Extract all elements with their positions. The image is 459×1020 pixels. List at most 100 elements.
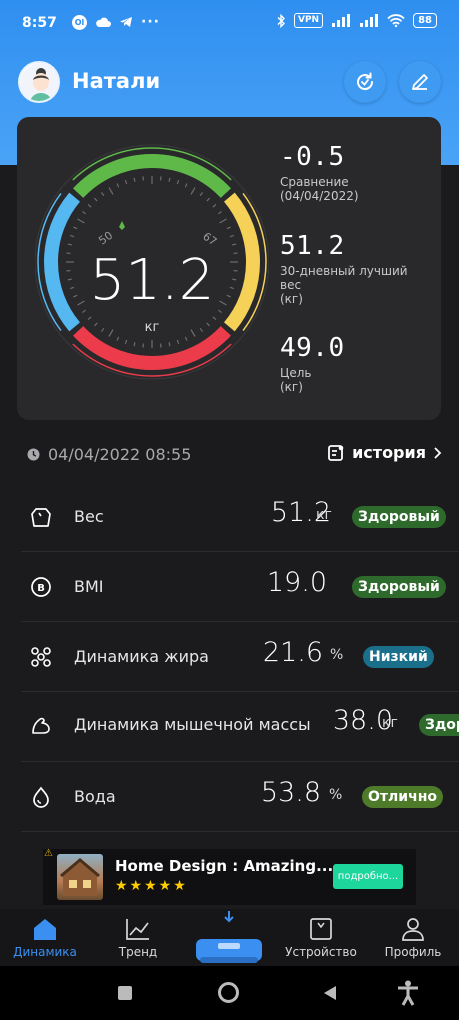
home-icon <box>34 919 56 940</box>
refresh-icon <box>357 72 374 91</box>
metric-name: Вода <box>74 787 116 806</box>
scale-icon <box>31 508 51 527</box>
accessibility-icon[interactable] <box>397 980 419 1006</box>
gauge-tick <box>168 342 171 347</box>
gauge-tick <box>229 286 234 290</box>
nav-label: Динамика <box>13 945 77 959</box>
gauge-tick <box>73 294 78 298</box>
ad-warning-icon: ⚠ <box>44 848 53 859</box>
stat-best-label-2: вес <box>280 278 302 292</box>
gauge-tick <box>219 218 227 224</box>
gauge-tick <box>217 210 222 215</box>
gauge-tick <box>133 342 136 347</box>
metric-row-fat[interactable]: Динамика жира 21.6 % Низкий <box>21 622 459 692</box>
status-time: 8:57 <box>22 15 57 31</box>
status-left-icons: Ol ··· <box>72 14 160 30</box>
user-name: Натали <box>72 69 161 93</box>
stat-best: 51.2 30-дневный лучший вес (кг) <box>280 231 408 306</box>
status-badge: Здоровый <box>352 506 446 528</box>
nav-label: Тренд <box>118 945 158 959</box>
profile-icon <box>402 918 424 941</box>
metric-row-bmi[interactable]: B BMI 19.0 Здоровый <box>21 552 459 622</box>
weight-gauge: 50 67 51.2 кг <box>35 144 269 380</box>
status-badge: Низкий <box>363 646 434 668</box>
nav-trend[interactable]: Тренд <box>93 909 183 966</box>
gauge-tick <box>82 309 87 314</box>
gauge-tick <box>176 180 180 185</box>
history-button[interactable]: история <box>327 443 442 462</box>
chevron-right-icon <box>434 446 442 459</box>
recents-button[interactable] <box>118 986 132 1000</box>
status-badge: Здоровый <box>352 576 446 598</box>
wifi-icon <box>387 14 405 27</box>
metric-value: 53.8 <box>260 777 321 808</box>
gauge-tick <box>77 300 85 306</box>
gauge-tick <box>232 278 237 281</box>
metric-row-water[interactable]: Вода 53.8 % Отлично <box>21 762 459 832</box>
more-icon: ··· <box>141 14 160 30</box>
metric-row-muscle[interactable]: Динамика мышечной массы 38.0 кг Здоровый <box>21 690 459 762</box>
stat-goal: 49.0 Цель (кг) <box>280 333 345 394</box>
gauge-tick <box>100 327 105 332</box>
pencil-icon <box>412 74 428 90</box>
metric-name: BMI <box>74 577 104 596</box>
stat-goal-label: Цель <box>280 366 312 380</box>
metric-row-weight[interactable]: Вес 51.2 кг Здоровый <box>21 482 459 552</box>
stat-best-unit: (кг) <box>280 292 303 306</box>
gauge-tick <box>206 322 210 327</box>
gauge-tick <box>176 339 180 344</box>
gauge-tick <box>82 210 87 215</box>
stat-best-label: 30-дневный лучший <box>280 264 408 278</box>
nav-device[interactable]: Устройство <box>276 909 366 966</box>
status-badge: Здоровый <box>419 714 459 736</box>
gauge-tick <box>168 177 171 182</box>
trend-chart-icon <box>126 919 149 940</box>
metric-value: 21.6 <box>262 637 323 668</box>
ad-title: Home Design : Amazing... <box>115 857 334 875</box>
gauge-tick <box>199 192 204 197</box>
gauge-tick <box>212 316 217 320</box>
signal-icon-2 <box>360 14 379 27</box>
stat-goal-value: 49.0 <box>280 333 345 363</box>
nav-profile[interactable]: Профиль <box>368 909 458 966</box>
gauge-tick <box>77 218 85 224</box>
ad-banner[interactable]: Home Design : Amazing... ★★★★★ подробно.… <box>43 849 416 905</box>
datetime-text: 04/04/2022 08:55 <box>48 445 192 464</box>
gauge-tick <box>124 180 128 185</box>
history-icon <box>328 444 344 461</box>
back-button[interactable] <box>323 985 337 1001</box>
clock-icon <box>27 448 40 461</box>
fat-icon <box>31 647 51 667</box>
download-arrow-icon <box>224 911 234 923</box>
gauge-tick <box>226 226 231 230</box>
gauge-tick <box>87 316 92 320</box>
edit-button[interactable] <box>399 61 441 103</box>
sync-button[interactable] <box>344 61 386 103</box>
gauge-tick <box>70 286 75 290</box>
ad-cta-button[interactable]: подробно... <box>333 864 403 889</box>
stat-comparison-value: -0.5 <box>280 142 345 172</box>
gauge-tick <box>190 329 196 337</box>
nav-label: Устройство <box>285 945 357 959</box>
gauge-tick <box>116 336 120 341</box>
cloud-icon <box>96 17 111 27</box>
gauge-tick <box>219 300 227 306</box>
nav-weigh[interactable] <box>184 909 274 966</box>
stat-comparison-date: (04/04/2022) <box>280 189 359 203</box>
home-button[interactable] <box>218 982 239 1003</box>
gauge-unit: кг <box>145 320 160 335</box>
scale-device-icon <box>196 939 262 963</box>
avatar[interactable] <box>18 61 60 103</box>
app-root: { "status_bar": {"time": "8:57", "left_i… <box>0 0 459 1020</box>
gauge-tick <box>199 327 204 332</box>
svg-text:B: B <box>37 583 45 594</box>
gauge-tick <box>206 197 210 202</box>
gauge-tick <box>116 183 120 188</box>
gauge-tick <box>229 234 234 238</box>
ad-image <box>57 854 103 900</box>
nav-dynamics[interactable]: Динамика <box>0 909 90 966</box>
device-icon <box>310 918 332 940</box>
metric-unit: % <box>330 647 344 663</box>
gauge-tick <box>108 329 114 337</box>
gauge-tick-low: 50 <box>96 229 115 248</box>
